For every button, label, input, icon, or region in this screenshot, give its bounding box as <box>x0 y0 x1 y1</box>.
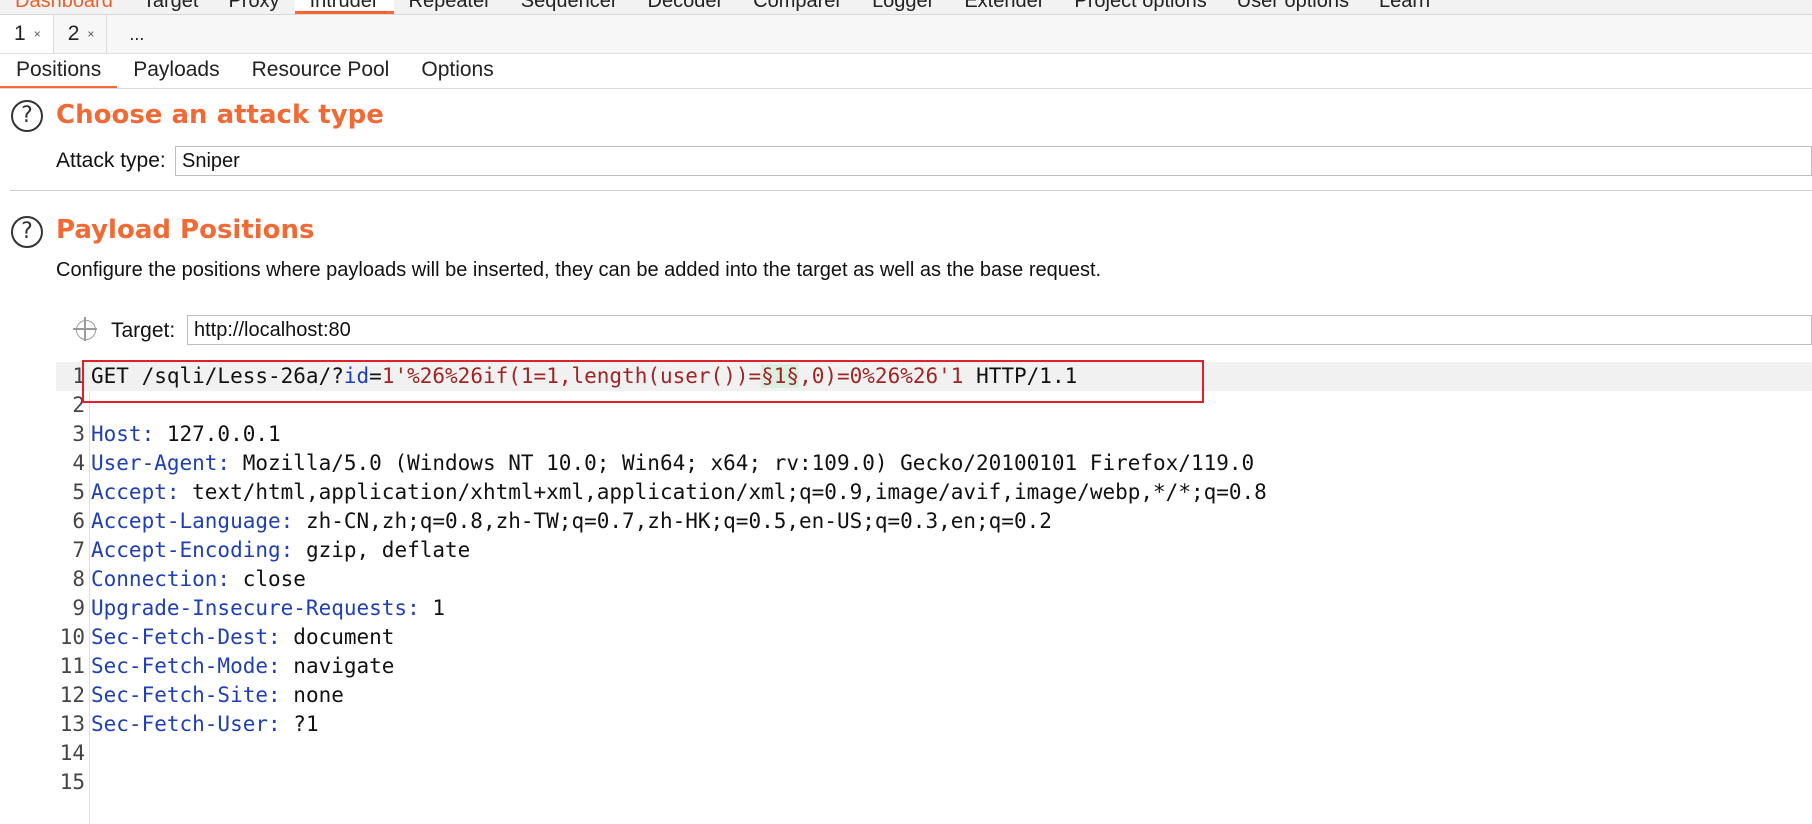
tab-logger[interactable]: Logger <box>857 0 949 14</box>
request-tab-label: 2 <box>67 22 80 45</box>
tab-options[interactable]: Options <box>405 54 509 88</box>
request-tab-2[interactable]: 2 × <box>54 15 108 53</box>
close-icon[interactable]: × <box>34 27 41 41</box>
header-line[interactable]: 6 Accept-Language: zh-CN,zh;q=0.8,zh-TW;q… <box>56 507 1052 536</box>
empty-line: 14 <box>59 741 85 765</box>
tab-payloads[interactable]: Payloads <box>117 54 235 88</box>
header-line[interactable]: 12 Sec-Fetch-Site: none <box>56 681 344 710</box>
target-label: Target: <box>111 319 176 342</box>
tab-user-options[interactable]: User options <box>1222 0 1364 14</box>
header-line[interactable]: 4 User-Agent: Mozilla/5.0 (Windows NT 10.… <box>56 449 1254 478</box>
crosshair-icon <box>73 317 97 341</box>
header-line[interactable]: 10 Sec-Fetch-Dest: document <box>56 623 395 652</box>
tab-target[interactable]: Target <box>128 0 214 14</box>
request-tab-label: 1 <box>14 22 26 45</box>
tab-extender[interactable]: Extender <box>949 0 1059 14</box>
tab-dashboard[interactable]: Dashboard <box>0 0 128 14</box>
tab-sequencer[interactable]: Sequencer <box>506 0 633 14</box>
header-line[interactable]: 11 Sec-Fetch-Mode: navigate <box>56 652 395 681</box>
tab-comparer[interactable]: Comparer <box>738 0 857 14</box>
help-icon[interactable]: ? <box>11 100 43 132</box>
section-divider <box>10 190 1812 191</box>
new-tab-button[interactable]: ... <box>107 15 160 53</box>
payload-positions-description: Configure the positions where payloads w… <box>56 259 1102 281</box>
request-tab-1[interactable]: 1 × <box>0 15 54 53</box>
header-line[interactable]: 13 Sec-Fetch-User: ?1 <box>56 710 319 739</box>
close-icon[interactable]: × <box>87 27 94 41</box>
request-editor[interactable]: 1 GET /sqli/Less-26a/?id=1'%26%26if(1=1,l… <box>56 362 1812 824</box>
empty-line: 15 <box>59 770 85 794</box>
attack-type-select[interactable]: Sniper <box>175 146 1812 176</box>
header-line[interactable]: 9 Upgrade-Insecure-Requests: 1 <box>56 594 445 623</box>
tab-positions[interactable]: Positions <box>0 54 118 88</box>
tab-decoder[interactable]: Decoder <box>633 0 739 14</box>
attack-type-title: Choose an attack type <box>56 100 384 130</box>
request-tabs: 1 × 2 × ... <box>0 15 1812 54</box>
header-line[interactable]: 3 Host: 127.0.0.1 <box>56 420 280 449</box>
tab-project-options[interactable]: Project options <box>1059 0 1221 14</box>
tab-proxy[interactable]: Proxy <box>213 0 294 14</box>
method-path: GET /sqli/Less-26a/? <box>91 364 344 388</box>
tab-learn[interactable]: Learn <box>1364 0 1445 14</box>
tab-resource-pool[interactable]: Resource Pool <box>236 54 406 88</box>
target-input[interactable]: http://localhost:80 <box>187 315 1812 345</box>
protocol: HTTP/1.1 <box>963 364 1078 388</box>
help-icon[interactable]: ? <box>11 216 43 248</box>
param-name: id <box>343 364 370 388</box>
param-value: ,0)=0%26%26'1 <box>799 364 964 388</box>
tab-repeater[interactable]: Repeater <box>394 0 506 14</box>
intruder-sub-tabs: Positions Payloads Resource Pool Options <box>0 54 1812 89</box>
payload-positions-title: Payload Positions <box>56 215 315 245</box>
tab-intruder[interactable]: Intruder <box>294 0 394 14</box>
param-value: 1'%26%26if(1=1,length(user())= <box>381 364 762 388</box>
request-line[interactable]: 1 GET /sqli/Less-26a/?id=1'%26%26if(1=1,l… <box>56 362 1812 391</box>
empty-line: 2 <box>72 393 85 417</box>
header-line[interactable]: 8 Connection: close <box>56 565 306 594</box>
header-line[interactable]: 5 Accept: text/html,application/xhtml+xml… <box>56 478 1266 507</box>
main-tool-tabs: Dashboard Target Proxy Intruder Repeater… <box>0 0 1812 15</box>
header-line[interactable]: 7 Accept-Encoding: gzip, deflate <box>56 536 470 565</box>
attack-type-label: Attack type: <box>56 149 166 172</box>
payload-marker: §1§ <box>761 364 800 388</box>
